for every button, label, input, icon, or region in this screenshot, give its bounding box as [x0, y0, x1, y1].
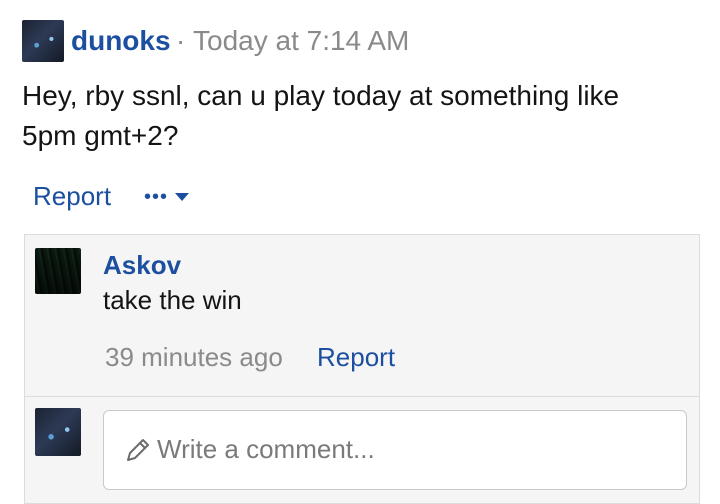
post-report-link[interactable]: Report	[33, 181, 111, 212]
more-dots-icon: •••	[144, 186, 169, 208]
reply-body: take the win	[103, 285, 242, 315]
reply-report-link[interactable]: Report	[317, 342, 395, 373]
post-author-avatar[interactable]	[22, 20, 64, 62]
chevron-down-icon	[175, 193, 189, 201]
pencil-icon	[127, 439, 149, 461]
post-author-name[interactable]: dunoks	[71, 25, 171, 57]
comment-input-placeholder: Write a comment...	[157, 434, 375, 464]
post-body-line1: Hey, rby ssnl, can u play today at somet…	[22, 80, 620, 111]
post-meta-separator: ·	[176, 25, 186, 56]
reply-author-name[interactable]: Askov	[103, 250, 181, 281]
current-user-avatar	[35, 408, 81, 456]
reply-author-avatar[interactable]	[35, 248, 81, 294]
panel-divider	[24, 396, 700, 397]
post-body-line2: 5pm gmt+2?	[22, 120, 179, 151]
post-more-menu[interactable]: •••	[144, 186, 194, 208]
post-timestamp[interactable]: Today at 7:14 AM	[193, 25, 409, 57]
reply-timestamp[interactable]: 39 minutes ago	[105, 342, 283, 373]
